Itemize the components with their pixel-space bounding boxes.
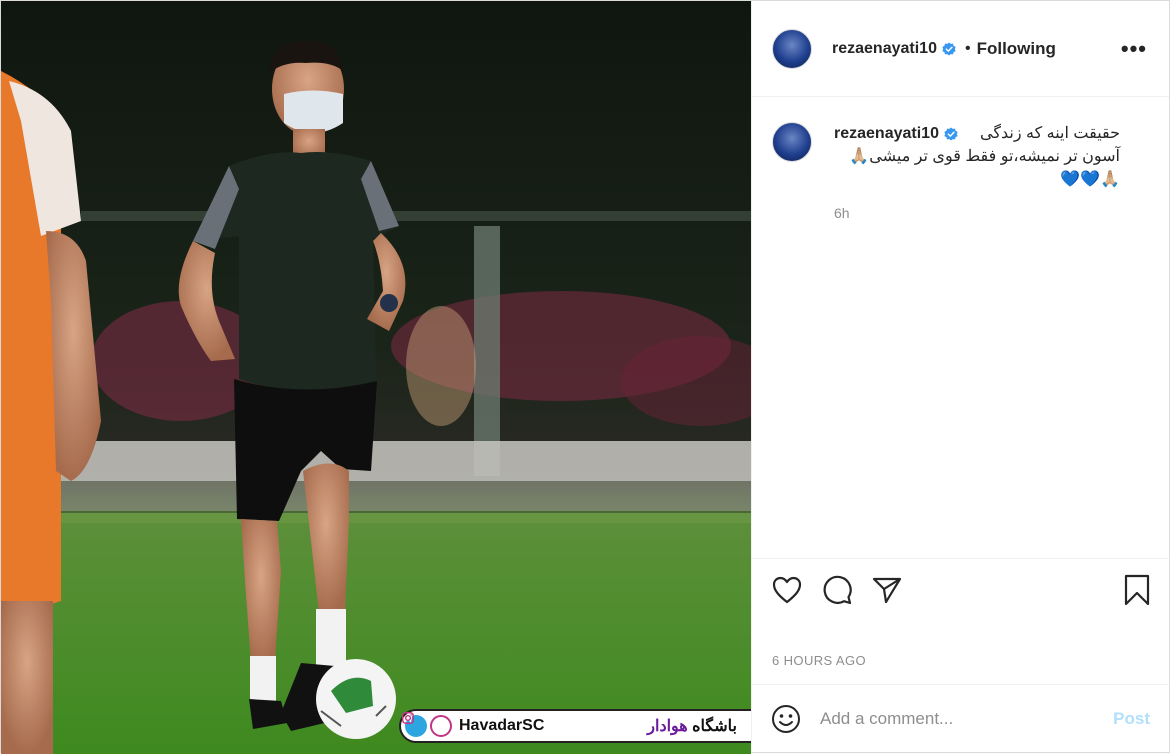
instagram-icon — [402, 712, 452, 737]
like-button[interactable] — [770, 573, 804, 607]
comment-icon — [823, 575, 852, 604]
watermark-club-name: باشگاه هوادار — [647, 716, 737, 736]
watermark-handle: HavadarSC — [459, 717, 545, 734]
post-timestamp[interactable]: 6 HOURS AGO — [772, 653, 866, 668]
verified-badge-icon — [942, 41, 956, 56]
caption-username[interactable]: rezaenayati10 — [834, 125, 939, 143]
share-button[interactable] — [870, 573, 904, 607]
caption-age[interactable]: 6h — [834, 205, 1120, 221]
post-photo-illustration — [1, 1, 751, 754]
post-comment-button[interactable]: Post — [1113, 709, 1150, 729]
watermark-banner: HavadarSC باشگاه هوادار — [399, 709, 751, 743]
save-button[interactable] — [1120, 573, 1154, 607]
bookmark-icon — [1124, 574, 1150, 605]
share-icon — [872, 577, 902, 603]
comment-input[interactable] — [820, 708, 1100, 729]
add-comment-bar: Post — [752, 684, 1170, 752]
following-button[interactable]: Following — [977, 39, 1056, 59]
caption: rezaenayati10 حقیقت اینه که زندگی آسون ت… — [772, 122, 1150, 221]
watermark-club-accent: هوادار — [647, 718, 688, 735]
post-details-panel: rezaenayati10 • Following ••• rezaenayat… — [751, 1, 1170, 752]
caption-avatar[interactable] — [772, 122, 812, 162]
emoji-button[interactable] — [770, 703, 802, 735]
comment-button[interactable] — [820, 573, 854, 607]
heart-icon — [772, 576, 802, 603]
watermark-club-prefix: باشگاه — [687, 718, 737, 735]
post-photo[interactable]: HavadarSC باشگاه هوادار — [1, 1, 751, 754]
header-username[interactable]: rezaenayati10 — [832, 40, 937, 58]
verified-badge-icon — [944, 126, 958, 141]
comments-section: rezaenayati10 حقیقت اینه که زندگی آسون ت… — [752, 98, 1170, 558]
more-options-icon[interactable]: ••• — [1121, 36, 1147, 62]
caption-body: rezaenayati10 حقیقت اینه که زندگی آسون ت… — [834, 122, 1120, 222]
header-separator: • — [964, 39, 971, 57]
action-bar — [752, 558, 1170, 620]
post-header: rezaenayati10 • Following ••• — [752, 1, 1169, 97]
instagram-post: HavadarSC باشگاه هوادار rezaenayati10 • … — [0, 0, 1170, 754]
avatar[interactable] — [772, 28, 812, 69]
emoji-icon — [772, 704, 800, 733]
